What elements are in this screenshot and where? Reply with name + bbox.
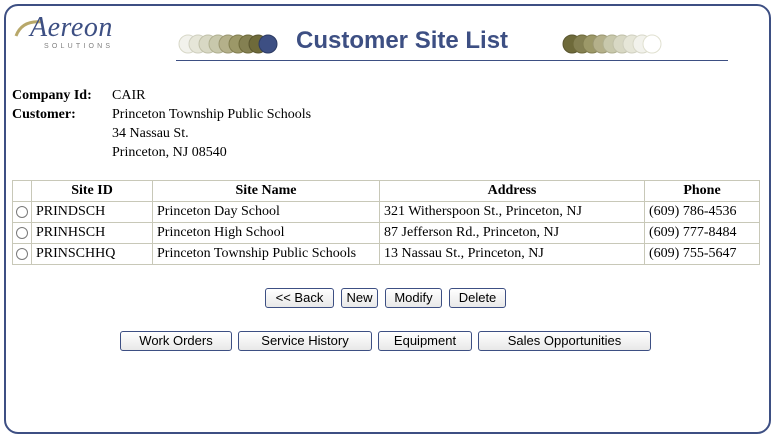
customer-address-line1: 34 Nassau St. (112, 126, 189, 141)
table-row[interactable]: PRINDSCH Princeton Day School 321 Wither… (12, 201, 760, 223)
phone-cell: (609) 777-8484 (644, 222, 760, 244)
site-name-cell: Princeton Day School (152, 201, 380, 223)
service-history-button[interactable]: Service History (238, 331, 372, 351)
modify-button[interactable]: Modify (385, 288, 442, 308)
company-id-label: Company Id: (12, 88, 92, 103)
site-id-cell: PRINHSCH (31, 222, 153, 244)
site-id-cell: PRINDSCH (31, 201, 153, 223)
site-table: Site ID Site Name Address Phone PRINDSCH… (12, 180, 760, 265)
work-orders-button[interactable]: Work Orders (120, 331, 232, 351)
customer-info: Company Id: CAIR Customer: Princeton Tow… (12, 86, 311, 162)
logo-name: Aereon (30, 12, 113, 43)
logo-tagline: SOLUTIONS (44, 43, 114, 50)
address-cell: 13 Nassau St., Princeton, NJ (379, 243, 645, 265)
table-row[interactable]: PRINHSCH Princeton High School 87 Jeffer… (12, 222, 760, 244)
customer-name: Princeton Township Public Schools (112, 107, 312, 122)
column-header-phone: Phone (644, 180, 760, 202)
site-name-cell: Princeton Township Public Schools (152, 243, 380, 265)
address-cell: 87 Jefferson Rd., Princeton, NJ (379, 222, 645, 244)
customer-address-line2: Princeton, NJ 08540 (112, 145, 227, 160)
column-header-site-name: Site Name (152, 180, 380, 202)
table-header-row: Site ID Site Name Address Phone (12, 180, 760, 202)
aereon-logo: Aereon SOLUTIONS (14, 12, 124, 56)
new-button[interactable]: New (341, 288, 378, 308)
decorative-rings-left-icon (178, 34, 278, 54)
customer-label: Customer: (12, 107, 76, 122)
site-id-cell: PRINSCHHQ (31, 243, 153, 265)
page-title: Customer Site List (296, 27, 509, 54)
row-select-radio[interactable] (16, 205, 28, 218)
equipment-button[interactable]: Equipment (378, 331, 472, 351)
site-name-cell: Princeton High School (152, 222, 380, 244)
select-column-header (12, 180, 32, 202)
sales-opportunities-button[interactable]: Sales Opportunities (478, 331, 651, 351)
company-id-value: CAIR (112, 88, 146, 103)
address-cell: 321 Witherspoon St., Princeton, NJ (379, 201, 645, 223)
title-divider (176, 60, 728, 61)
phone-cell: (609) 786-4536 (644, 201, 760, 223)
phone-cell: (609) 755-5647 (644, 243, 760, 265)
decorative-rings-right-icon (562, 34, 662, 54)
table-row[interactable]: PRINSCHHQ Princeton Township Public Scho… (12, 243, 760, 265)
row-select-radio[interactable] (16, 226, 28, 239)
column-header-address: Address (379, 180, 645, 202)
column-header-site-id: Site ID (31, 180, 153, 202)
back-button[interactable]: << Back (265, 288, 334, 308)
row-select-radio[interactable] (16, 247, 28, 260)
delete-button[interactable]: Delete (449, 288, 506, 308)
